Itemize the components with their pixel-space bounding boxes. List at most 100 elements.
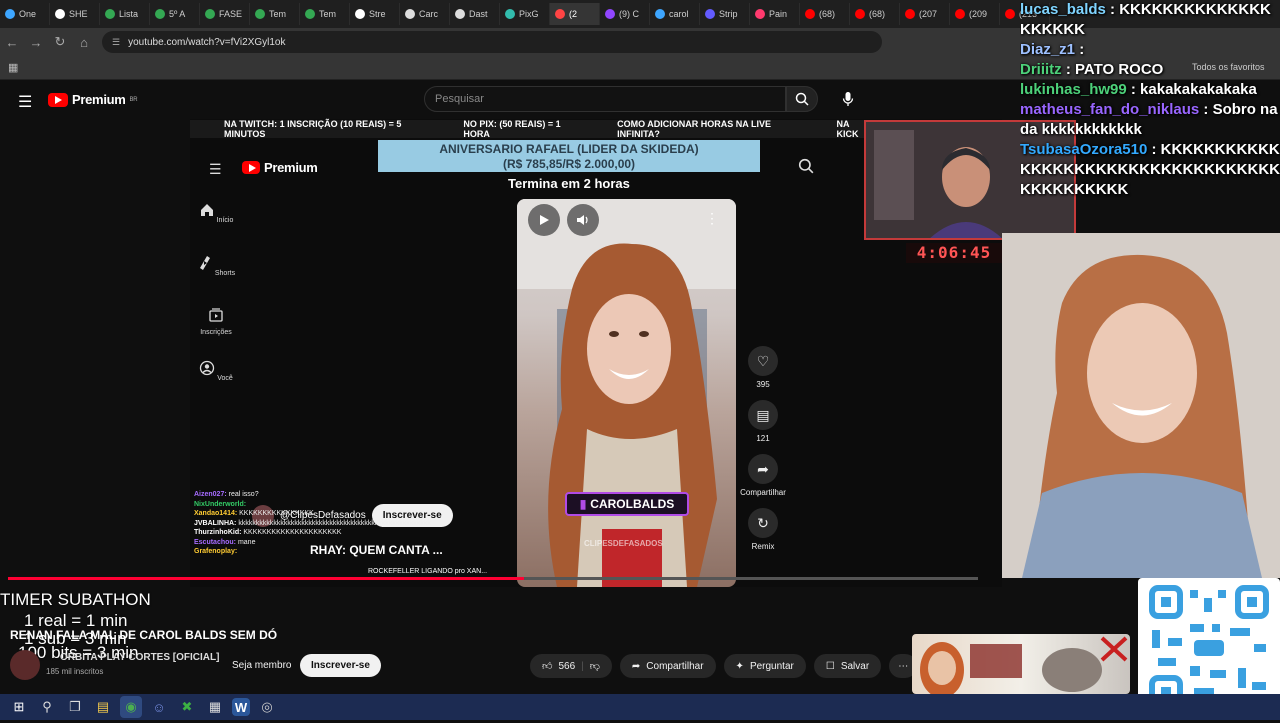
save-label: Salvar — [840, 660, 870, 672]
tab-label: 5º A — [169, 9, 186, 19]
chat-username: matheus_fan_do_niklaus — [1020, 101, 1200, 118]
chat-username: JVBALINHA: — [194, 519, 239, 527]
tab-label: Strip — [719, 9, 738, 19]
search-button[interactable] — [786, 86, 818, 112]
forward-icon[interactable]: → — [24, 30, 48, 54]
tab-favicon-icon — [755, 9, 765, 19]
browser-tab[interactable]: Stre — [350, 3, 400, 25]
chrome-icon[interactable]: ◉ — [120, 696, 142, 718]
chat-text: real isso? — [228, 491, 259, 498]
mic-icon[interactable] — [838, 88, 858, 110]
inner-sidebar-you: Você — [196, 360, 236, 382]
search-input[interactable]: Pesquisar — [424, 86, 786, 112]
twitch-chat-message: Diaz_z1 : — [1020, 40, 1280, 60]
tab-label: Pain — [769, 9, 788, 19]
overlay-chat-message: Xandao1414: KKKKKKKKKKKKKKKK — [194, 509, 514, 519]
like-action: ♡ 395 — [740, 346, 786, 389]
subathon-title: TIMER SUBATHON — [0, 590, 151, 609]
browser-tab[interactable]: (9) C — [600, 3, 650, 25]
tab-label: FASE — [219, 9, 243, 19]
ticker-item: COMO ADICIONAR HORAS NA LIVE INFINITA? — [617, 119, 771, 139]
windows-taskbar: ⊞ ⚲ ❐ ▤ ◉ ☺ ✖ ▦ W ◎ — [0, 694, 1280, 720]
tab-label: (9) C — [619, 9, 639, 19]
youtube-logo[interactable]: Premium BR — [48, 92, 138, 107]
tab-label: carol — [669, 9, 689, 19]
home-icon[interactable]: ⌂ — [72, 30, 96, 54]
tab-favicon-icon — [105, 9, 115, 19]
share-icon: ➦ — [631, 660, 641, 672]
obs-icon[interactable]: ◎ — [256, 696, 278, 718]
tab-favicon-icon — [905, 9, 915, 19]
back-icon[interactable]: ← — [0, 30, 24, 54]
browser-tab[interactable]: Dast — [450, 3, 500, 25]
channel-avatar[interactable] — [10, 650, 40, 680]
browser-tab[interactable]: Strip — [700, 3, 750, 25]
promo-image — [920, 636, 1128, 694]
twitch-icon: ▮ — [579, 497, 587, 511]
twitch-chat-message: Driiitz : PATO ROCO — [1020, 60, 1280, 80]
inner-menu-icon: ☰ — [209, 161, 222, 177]
word-icon[interactable]: W — [232, 698, 250, 716]
join-label: Seja membro — [232, 660, 292, 671]
browser-tab[interactable]: PixG — [500, 3, 550, 25]
inner-search-icon — [798, 158, 820, 180]
tab-favicon-icon — [5, 9, 15, 19]
subscribe-button[interactable]: Inscrever-se — [300, 654, 381, 677]
overlay-chat: Aizen027: real isso? NixUnderworld: Xanda… — [194, 490, 514, 615]
more-horiz-icon: ⋯ — [898, 660, 909, 672]
browser-tab[interactable]: Tem — [300, 3, 350, 25]
join-button[interactable]: Seja membro — [220, 654, 303, 677]
chat-text: kkkkkkkkkkkkkkkkkkkkkkkkkkkkkkkkkkkkkkkk… — [238, 519, 431, 527]
browser-tab[interactable]: Lista — [100, 3, 150, 25]
browser-tab[interactable]: One — [0, 3, 50, 25]
discord-icon[interactable]: ☺ — [148, 696, 170, 718]
inner-sidebar-shorts: Shorts — [196, 255, 236, 277]
ticker-item: NO PIX: (50 REAIS) = 1 HORA — [463, 119, 561, 139]
browser-tab[interactable]: (207 — [900, 3, 950, 25]
chat-text: : — [1075, 41, 1085, 58]
tab-label: Tem — [319, 9, 337, 19]
tab-label: (2 — [569, 9, 578, 19]
tab-favicon-icon — [355, 9, 365, 19]
tab-label: (68) — [869, 9, 886, 19]
tab-label: (207 — [919, 9, 938, 19]
browser-tab[interactable]: Carc — [400, 3, 450, 25]
windows-icon[interactable]: ⊞ — [8, 696, 30, 718]
store-icon[interactable]: ▦ — [204, 696, 226, 718]
search-icon[interactable]: ⚲ — [36, 696, 58, 718]
browser-tab[interactable]: (2 — [550, 3, 600, 25]
menu-icon[interactable]: ☰ — [18, 92, 32, 112]
save-button[interactable]: ☐ Salvar — [813, 654, 882, 678]
reload-icon[interactable]: ↻ — [48, 30, 72, 54]
promo-thumbnail[interactable] — [912, 634, 1130, 694]
ask-button[interactable]: ✦ Perguntar — [723, 654, 806, 678]
twitch-chat-message: matheus_fan_do_niklaus : Sobro nada kkkk… — [1020, 100, 1280, 140]
chat-username: NixUnderworld: — [194, 500, 247, 508]
twitch-watermark: ▮ CAROLBALDS — [565, 492, 689, 516]
apps-icon[interactable]: ▦ — [8, 61, 18, 74]
browser-tab[interactable]: SHE — [50, 3, 100, 25]
browser-tab[interactable]: Pain — [750, 3, 800, 25]
thumbs-down-icon[interactable]: 👎︎ — [590, 660, 600, 672]
taskview-icon[interactable]: ❐ — [64, 696, 86, 718]
browser-tab[interactable]: Tem — [250, 3, 300, 25]
tab-favicon-icon — [205, 9, 215, 19]
browser-tab[interactable]: (68) — [800, 3, 850, 25]
search-icon — [795, 92, 809, 106]
site-info-icon[interactable]: ☰ — [112, 37, 120, 48]
browser-tab[interactable]: (68) — [850, 3, 900, 25]
share-button[interactable]: ➦ Compartilhar — [619, 654, 716, 678]
browser-tab[interactable]: (209 — [950, 3, 1000, 25]
tab-label: Lista — [119, 9, 139, 19]
browser-tab[interactable]: carol — [650, 3, 700, 25]
chat-text: : kakakakakakaka — [1126, 81, 1257, 98]
like-button[interactable]: 👍︎ 566 | 👎︎ — [530, 654, 612, 678]
browser-tab[interactable]: 5º A — [150, 3, 200, 25]
files-icon[interactable]: ▤ — [92, 696, 114, 718]
browser-tab[interactable]: FASE — [200, 3, 250, 25]
xbox-icon[interactable]: ✖ — [176, 696, 198, 718]
url-field[interactable]: ☰ youtube.com/watch?v=fVi2XGyl1ok — [102, 31, 882, 53]
channel-name[interactable]: ORBITA PLAY CORTES [OFICIAL] — [60, 652, 219, 663]
goal-title: ANIVERSARIO RAFAEL (LIDER DA SKIDEDA) — [439, 142, 699, 156]
comment-icon: ▤ — [748, 400, 778, 430]
